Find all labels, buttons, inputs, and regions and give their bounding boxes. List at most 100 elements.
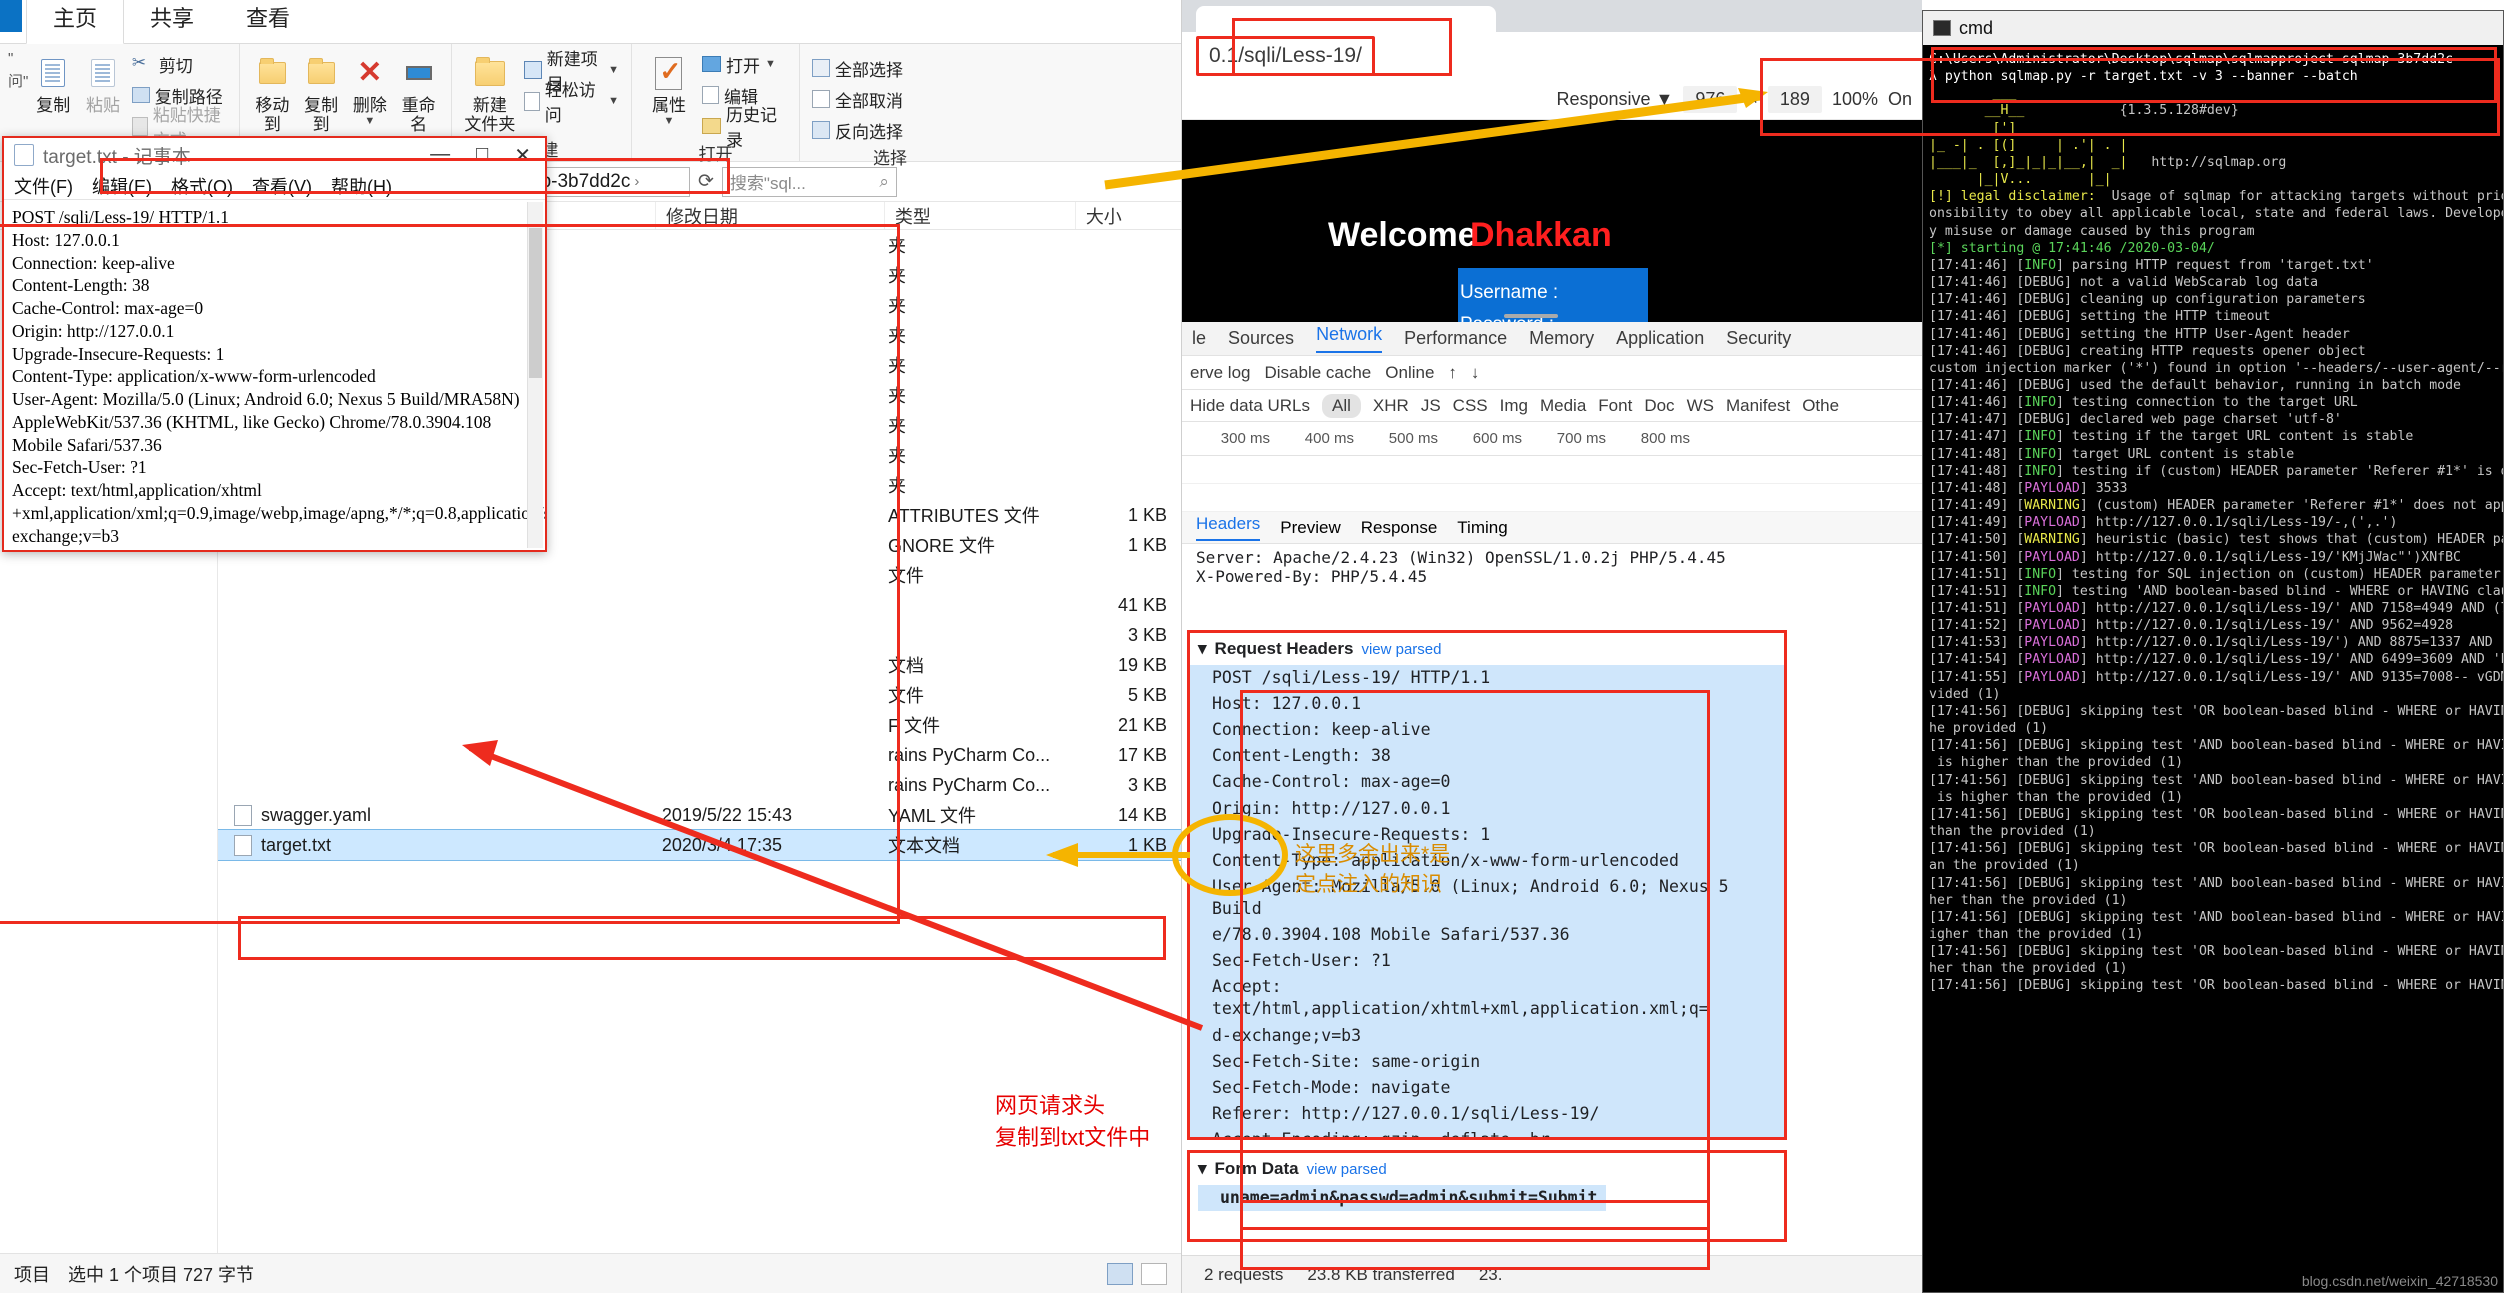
open-button[interactable]: 打开 ▼	[698, 50, 791, 78]
rename-button[interactable]: 重命名	[394, 48, 443, 136]
terminal-log-line: [17:41:51] [INFO] testing for SQL inject…	[1929, 566, 2501, 582]
network-filter-doc[interactable]: Doc	[1644, 396, 1674, 416]
form-data-section-title[interactable]: ▾ Form Data view parsed	[1190, 1153, 1784, 1185]
delete-button[interactable]: ✕ 删除 ▼	[346, 48, 395, 129]
column-header-size[interactable]: 大小	[1076, 202, 1181, 229]
paste-button[interactable]: 粘贴	[78, 48, 128, 117]
network-filter-js[interactable]: JS	[1421, 396, 1441, 416]
devtools-tab-le[interactable]: le	[1192, 328, 1206, 349]
tiles-view-icon[interactable]	[1141, 1262, 1167, 1285]
network-filter-othe[interactable]: Othe	[1802, 396, 1839, 416]
menu-view[interactable]: 查看(V)	[252, 173, 312, 199]
table-row[interactable]: swagger.yaml 2019/5/22 15:43 YAML 文件 14 KB	[218, 800, 1181, 830]
request-headers-caret-icon[interactable]: ▾	[1198, 639, 1207, 659]
properties-caret-icon[interactable]: ▼	[664, 115, 675, 127]
network-filter-media[interactable]: Media	[1540, 396, 1586, 416]
devtools-tab-network[interactable]: Network	[1316, 324, 1383, 353]
maximize-button[interactable]: □	[476, 143, 488, 168]
network-filter-img[interactable]: Img	[1500, 396, 1528, 416]
network-filter-font[interactable]: Font	[1598, 396, 1632, 416]
page-preview[interactable]: Welcome Dhakkan Username : Password :	[1182, 120, 1922, 322]
zoom-select[interactable]: 100%	[1832, 89, 1878, 110]
network-option[interactable]: Online	[1385, 363, 1434, 383]
menu-edit[interactable]: 编辑(E)	[92, 173, 152, 199]
request-detail-tab-response[interactable]: Response	[1361, 518, 1438, 538]
viewport-width-input[interactable]: 976	[1683, 86, 1738, 113]
menu-file[interactable]: 文件(F)	[14, 173, 73, 199]
network-filter-xhr[interactable]: XHR	[1373, 396, 1409, 416]
table-row[interactable]: rains PyCharm Co... 3 KB	[218, 770, 1181, 800]
invert-selection-button[interactable]: 反向选择	[808, 116, 907, 144]
notepad-scrollbar[interactable]	[527, 202, 543, 548]
request-detail-tab-timing[interactable]: Timing	[1457, 518, 1507, 538]
delete-caret-icon[interactable]: ▼	[364, 115, 375, 127]
network-option[interactable]: ↑	[1448, 363, 1457, 383]
new-folder-button[interactable]: 新建 文件夹	[460, 48, 520, 136]
notepad-text-area[interactable]: POST /sqli/Less-19/ HTTP/1.1 Host: 127.0…	[4, 200, 545, 548]
table-row[interactable]: rains PyCharm Co... 17 KB	[218, 740, 1181, 770]
url-input[interactable]: 0.1/sqli/Less-19/	[1196, 36, 1375, 76]
tab-home[interactable]: 主页	[26, 0, 125, 44]
network-filter-manifest[interactable]: Manifest	[1726, 396, 1790, 416]
details-view-icon[interactable]	[1107, 1262, 1133, 1285]
tab-view[interactable]: 查看	[220, 0, 316, 43]
cmd-title-bar[interactable]: cmd	[1923, 11, 2503, 45]
table-row[interactable]: 文件 5 KB	[218, 680, 1181, 710]
terminal-banner-line: |_|V... |_|	[1929, 172, 2112, 188]
online-status[interactable]: On	[1888, 89, 1912, 110]
devtools-tab-performance[interactable]: Performance	[1404, 328, 1507, 349]
minimize-button[interactable]: —	[430, 143, 450, 168]
network-filter-css[interactable]: CSS	[1453, 396, 1488, 416]
network-option[interactable]: ↓	[1471, 363, 1480, 383]
easy-access-caret-icon[interactable]: ▼	[608, 95, 619, 107]
device-select[interactable]: Responsive ▼	[1556, 89, 1673, 110]
column-header-date[interactable]: 修改日期	[656, 202, 885, 229]
devtools-tab-memory[interactable]: Memory	[1529, 328, 1594, 349]
devtools-resize-handle[interactable]	[1504, 314, 1558, 318]
devtools-tab-sources[interactable]: Sources	[1228, 328, 1294, 349]
request-detail-tab-preview[interactable]: Preview	[1280, 518, 1340, 538]
refresh-icon[interactable]: ⟳	[698, 170, 714, 193]
table-row[interactable]: F 文件 21 KB	[218, 710, 1181, 740]
select-all-button[interactable]: 全部选择	[808, 54, 907, 82]
table-row[interactable]: 文档 19 KB	[218, 650, 1181, 680]
network-filter-hide data urls[interactable]: Hide data URLs	[1190, 396, 1310, 416]
close-button[interactable]: ✕	[514, 143, 531, 168]
network-filter-ws[interactable]: WS	[1687, 396, 1714, 416]
select-none-button[interactable]: 全部取消	[808, 85, 907, 113]
table-row[interactable]: 3 KB	[218, 620, 1181, 650]
column-header-type[interactable]: 类型	[885, 202, 1076, 229]
table-row[interactable]: 文件	[218, 560, 1181, 590]
cut-button[interactable]: ✂ 剪切	[128, 50, 231, 78]
menu-help[interactable]: 帮助(H)	[331, 173, 392, 199]
notepad-title-bar[interactable]: target.txt - 记事本 — □ ✕	[4, 138, 545, 172]
tab-share[interactable]: 共享	[124, 0, 220, 43]
open-caret-icon[interactable]: ▼	[765, 58, 776, 70]
request-headers-section-title[interactable]: ▾ Request Headers view parsed	[1190, 633, 1784, 665]
move-to-button[interactable]: 移动到 ▼	[248, 48, 297, 148]
devtools-tab-application[interactable]: Application	[1616, 328, 1704, 349]
network-option[interactable]: erve log	[1190, 363, 1250, 383]
history-button[interactable]: 历史记录	[698, 106, 791, 150]
request-detail-tab-headers[interactable]: Headers	[1196, 514, 1261, 541]
network-option[interactable]: Disable cache	[1264, 363, 1371, 383]
network-request-row[interactable]	[1182, 456, 1922, 484]
form-data-caret-icon[interactable]: ▾	[1198, 1159, 1207, 1179]
chrome-tab[interactable]	[1196, 6, 1496, 32]
table-row[interactable]: 41 KB	[218, 590, 1181, 620]
network-request-row[interactable]	[1182, 484, 1922, 512]
easy-access-button[interactable]: 轻松访问 ▼	[520, 81, 623, 125]
viewport-height-input[interactable]: 189	[1767, 86, 1822, 113]
devtools-tab-security[interactable]: Security	[1726, 328, 1791, 349]
form-view-parsed-link[interactable]: view parsed	[1307, 1161, 1387, 1178]
network-filter-all[interactable]: All	[1322, 393, 1361, 418]
copy-to-button[interactable]: 复制到 ▼	[297, 48, 346, 148]
table-row[interactable]: target.txt 2020/3/4 17:35 文本文档 1 KB	[218, 829, 1181, 861]
menu-format[interactable]: 格式(O)	[171, 173, 233, 199]
cmd-terminal-output[interactable]: C:\Users\Administrator\Desktop\sqlmap\sq…	[1923, 45, 2503, 1285]
properties-button[interactable]: ✓ 属性 ▼	[640, 48, 698, 129]
view-parsed-link[interactable]: view parsed	[1361, 641, 1441, 658]
new-item-caret-icon[interactable]: ▼	[608, 64, 619, 76]
notepad-scroll-thumb[interactable]	[529, 228, 542, 378]
copy-button[interactable]: 复制	[28, 48, 78, 117]
